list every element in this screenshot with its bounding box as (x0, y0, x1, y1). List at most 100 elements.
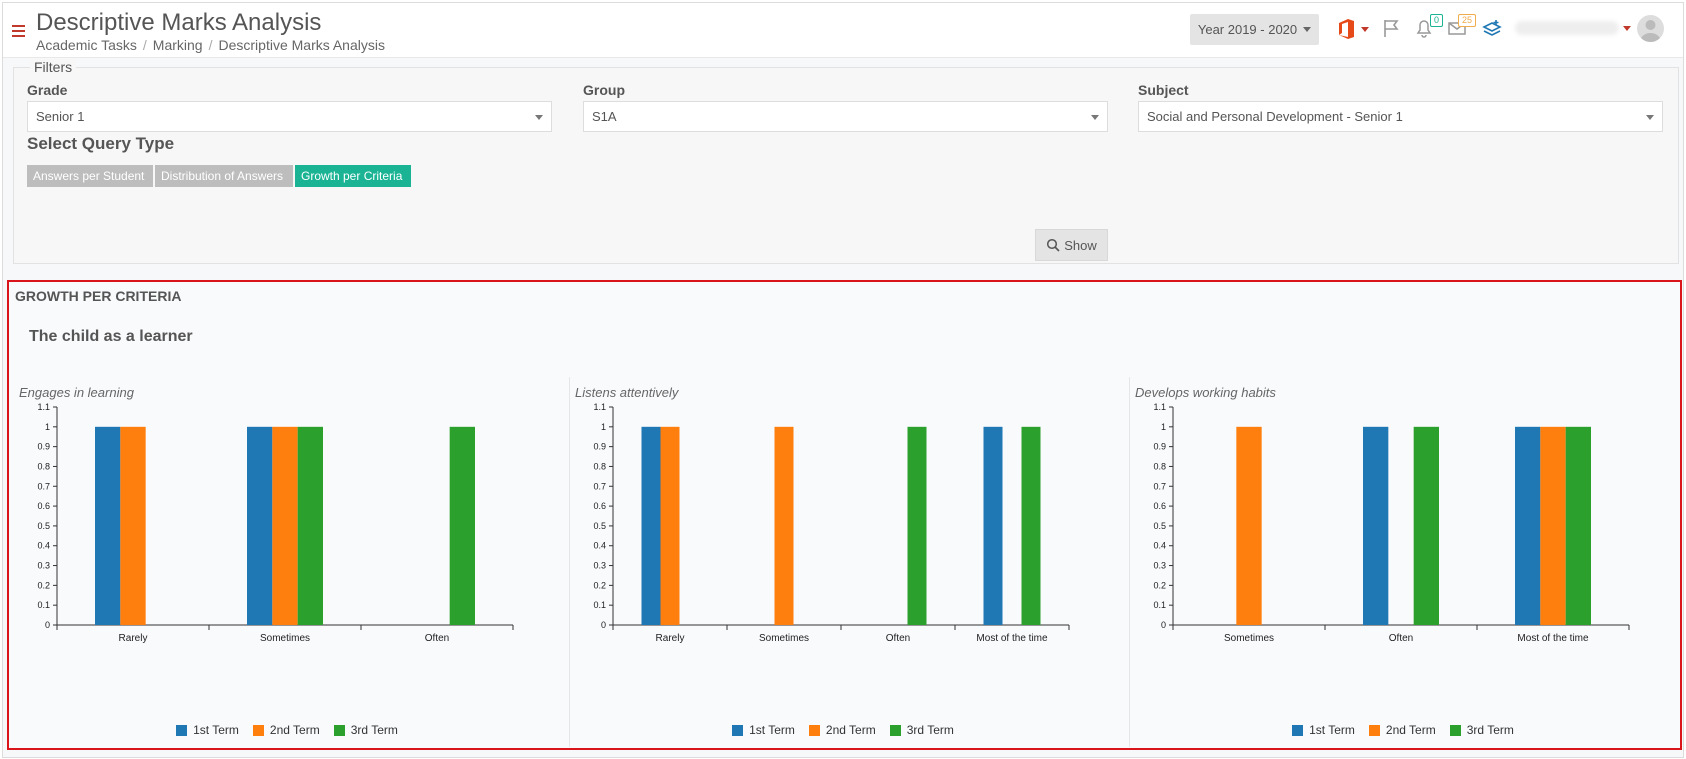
chart-legend: 1st Term 2nd Term 3rd Term (1129, 723, 1677, 737)
chart-listens-attentively: Listens attentively 0 0.1 0.2 0.3 0.4 0.5 0.6 0… (569, 377, 1117, 747)
y-tick-label: 0.5 (1153, 521, 1166, 531)
y-tick-label: 0.6 (1153, 501, 1166, 511)
breadcrumb-item-academic-tasks[interactable]: Academic Tasks (36, 37, 137, 53)
legend-swatch (732, 724, 744, 736)
legend-item[interactable]: 2nd Term (808, 723, 876, 737)
y-tick-label: 0.8 (37, 461, 50, 471)
user-dropdown-icon[interactable] (1623, 26, 1631, 31)
legend-swatch (1368, 724, 1380, 736)
y-tick-label: 0.2 (1153, 580, 1166, 590)
legend-label: 1st Term (1309, 723, 1355, 737)
search-icon (1047, 238, 1060, 252)
x-tick-label: Often (886, 633, 910, 644)
bell-icon[interactable]: 0 (1413, 14, 1443, 41)
breadcrumb-item-current: Descriptive Marks Analysis (218, 37, 385, 53)
legend-label: 3rd Term (350, 723, 398, 737)
chart-engages-in-learning: Engages in learning 0 0.1 0.2 0.3 0.4 0.5 0.6 0… (13, 377, 561, 747)
x-tick-label: Often (1389, 633, 1413, 644)
legend-item[interactable]: 3rd Term (889, 723, 954, 737)
grade-select[interactable]: Senior 1 (27, 101, 552, 132)
legend-swatch (808, 724, 820, 736)
legend-label: 1st Term (749, 723, 795, 737)
legend-item[interactable]: 1st Term (176, 723, 239, 737)
bar (449, 426, 475, 625)
legend-item[interactable]: 3rd Term (333, 723, 398, 737)
legend-item[interactable]: 2nd Term (1368, 723, 1436, 737)
bar (1236, 426, 1262, 625)
x-tick-label: Most of the time (976, 633, 1048, 644)
legend-swatch (1292, 724, 1304, 736)
bar (272, 426, 298, 625)
y-tick-label: 0.7 (593, 481, 606, 491)
office-icon[interactable] (1335, 17, 1359, 41)
chevron-down-icon (535, 115, 543, 120)
chevron-down-icon (1646, 115, 1654, 120)
y-tick-label: 0.9 (37, 442, 50, 452)
y-tick-label: 0.9 (1153, 442, 1166, 452)
bar (247, 426, 273, 625)
y-tick-label: 0 (601, 620, 606, 630)
chevron-down-icon (1303, 27, 1312, 32)
y-tick-label: 0.3 (37, 561, 50, 571)
query-growth-per-criteria-button[interactable]: Growth per Criteria (295, 165, 411, 187)
bar-chart: 0 0.1 0.2 0.3 0.4 0.5 0.6 0.7 0.8 0.9 1 1.1 Sometime… (1153, 402, 1630, 644)
y-tick-label: 0.4 (1153, 541, 1166, 551)
y-tick-label: 0.2 (37, 580, 50, 590)
bar (1413, 426, 1439, 625)
show-button[interactable]: Show (1035, 229, 1108, 261)
notifications-badge: 0 (1429, 14, 1443, 27)
bar (120, 426, 146, 625)
y-tick-label: 0.1 (1153, 600, 1166, 610)
y-tick-label: 1.1 (37, 402, 50, 412)
breadcrumb: Academic Tasks / Marking / Descriptive Marks… (36, 37, 385, 53)
year-selector[interactable]: Year 2019 - 2020 (1190, 14, 1319, 45)
y-tick-label: 0.6 (37, 501, 50, 511)
query-answers-per-student-button[interactable]: Answers per Student (27, 165, 153, 187)
legend-item[interactable]: 1st Term (1292, 723, 1355, 737)
chart-legend: 1st Term 2nd Term 3rd Term (13, 723, 561, 737)
avatar[interactable] (1637, 15, 1664, 42)
subject-select[interactable]: Social and Personal Development - Senior… (1138, 101, 1663, 132)
top-bar: Descriptive Marks Analysis Academic Task… (3, 3, 1683, 58)
subject-value: Social and Personal Development - Senior… (1147, 109, 1403, 124)
legend-swatch (1449, 724, 1461, 736)
legend-item[interactable]: 3rd Term (1449, 723, 1514, 737)
group-select[interactable]: S1A (583, 101, 1108, 132)
envelope-icon[interactable]: 25 (1446, 14, 1476, 41)
menu-toggle-icon[interactable] (12, 25, 25, 37)
y-tick-label: 0.4 (593, 541, 606, 551)
results-title: GROWTH PER CRITERIA (15, 288, 182, 304)
legend-label: 2nd Term (269, 723, 320, 737)
x-tick-label: Most of the time (1517, 633, 1589, 644)
chart-develops-working-habits: Develops working habits 0 0.1 0.2 0.3 0.4 0.5… (1129, 377, 1677, 747)
query-distribution-button[interactable]: Distribution of Answers (155, 165, 293, 187)
breadcrumb-item-marking[interactable]: Marking (153, 37, 203, 53)
year-label: Year 2019 - 2020 (1197, 22, 1298, 37)
x-tick-label: Often (425, 633, 449, 644)
bar (1540, 426, 1566, 625)
legend-item[interactable]: 2nd Term (252, 723, 320, 737)
x-tick-label: Sometimes (1224, 633, 1274, 644)
results-panel: GROWTH PER CRITERIA The child as a learn… (7, 280, 1682, 750)
y-tick-label: 0.2 (593, 580, 606, 590)
legend-item[interactable]: 1st Term (732, 723, 795, 737)
office-dropdown-icon[interactable] (1361, 27, 1369, 32)
layers-icon[interactable] (1481, 17, 1505, 41)
x-tick-label: Sometimes (260, 633, 310, 644)
grade-value: Senior 1 (36, 109, 85, 124)
legend-swatch (333, 724, 345, 736)
y-tick-label: 0.7 (1153, 481, 1166, 491)
filters-legend: Filters (30, 59, 77, 75)
y-tick-label: 0.1 (593, 600, 606, 610)
y-tick-label: 0 (1161, 620, 1166, 630)
bar (1515, 426, 1541, 625)
y-tick-label: 1 (45, 422, 50, 432)
y-tick-label: 0.5 (593, 521, 606, 531)
y-tick-label: 0 (45, 620, 50, 630)
user-name[interactable] (1515, 21, 1619, 35)
page-title: Descriptive Marks Analysis (36, 9, 322, 36)
y-tick-label: 0.7 (37, 481, 50, 491)
bar (660, 426, 680, 625)
flag-icon[interactable] (1381, 17, 1405, 41)
query-type-title: Select Query Type (27, 134, 175, 153)
